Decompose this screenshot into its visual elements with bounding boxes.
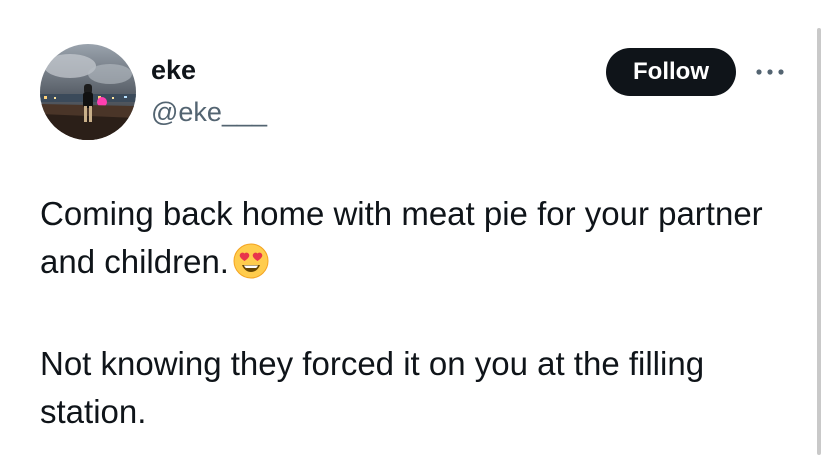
heart-eyes-emoji-icon bbox=[233, 243, 269, 292]
tweet-line-1: Coming back home with meat pie for your … bbox=[40, 195, 763, 280]
profile-photo-icon bbox=[40, 44, 136, 140]
more-options-icon bbox=[756, 69, 784, 75]
scrollbar[interactable] bbox=[817, 28, 821, 455]
follow-button[interactable]: Follow bbox=[606, 48, 736, 96]
display-name[interactable]: eke bbox=[151, 53, 196, 87]
tweet-line-2: Not knowing they forced it on you at the… bbox=[40, 345, 705, 430]
avatar[interactable] bbox=[40, 44, 136, 140]
user-handle[interactable]: @eke___ bbox=[151, 95, 267, 129]
tweet-text: Coming back home with meat pie for your … bbox=[40, 190, 800, 436]
tweet-paragraph-1: Coming back home with meat pie for your … bbox=[40, 190, 800, 292]
more-options-button[interactable] bbox=[750, 58, 790, 86]
tweet-paragraph-2: Not knowing they forced it on you at the… bbox=[40, 340, 800, 436]
